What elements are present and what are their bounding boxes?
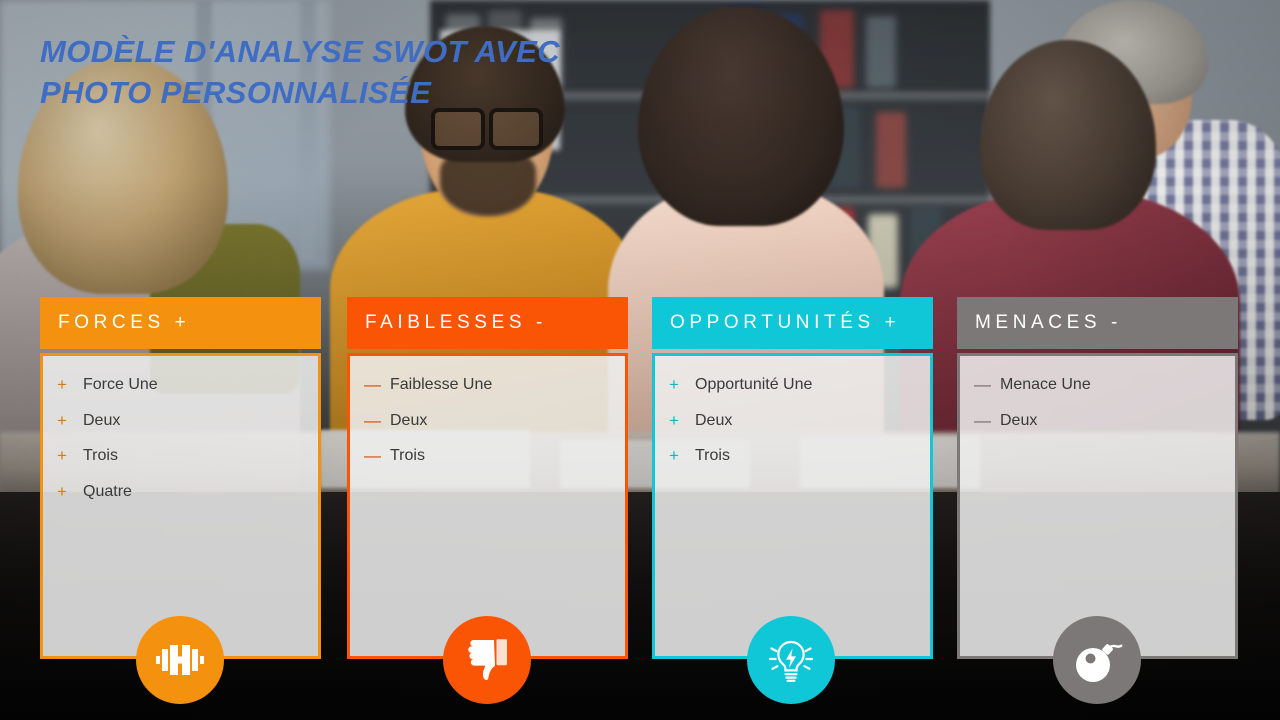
list-item[interactable]: — Deux (974, 410, 1221, 431)
list-item-label: Deux (1000, 411, 1038, 429)
bullet-icon: + (57, 375, 67, 394)
thumbs-down-icon-badge[interactable] (443, 616, 531, 704)
card-body-strengths: + Force Une + Deux + Trois + Quatre (40, 353, 321, 659)
card-title-threats: MENACES - (975, 312, 1122, 333)
bullet-icon: — (974, 375, 991, 394)
list-item-label: Faiblesse Une (390, 376, 493, 393)
list-item-label: Deux (83, 411, 121, 429)
card-title-strengths: FORCES + (58, 312, 191, 333)
list-item[interactable]: — Faiblesse Une (364, 375, 611, 395)
card-title-opportunities: OPPORTUNITÉS + (670, 312, 901, 333)
list-item[interactable]: + Deux (57, 410, 304, 431)
card-header-weaknesses: FAIBLESSES - (347, 297, 628, 349)
swot-card-strengths: FORCES + + Force Une + Deux + Trois + Qu… (40, 297, 321, 659)
swot-card-opportunities: OPPORTUNITÉS + + Opportunité Une + Deux … (652, 297, 933, 659)
lightbulb-icon (768, 640, 814, 682)
list-item[interactable]: + Trois (669, 447, 916, 466)
bullet-icon: — (364, 410, 381, 430)
list-item-label: Menace Une (1000, 376, 1091, 393)
list-item[interactable]: + Deux (669, 410, 916, 431)
list-item[interactable]: — Deux (364, 410, 611, 431)
list-item-label: Quatre (83, 483, 132, 501)
list-item-label: Deux (390, 411, 428, 429)
card-body-threats: — Menace Une — Deux (957, 353, 1238, 659)
card-header-opportunities: OPPORTUNITÉS + (652, 297, 933, 349)
card-body-weaknesses: — Faiblesse Une — Deux — Trois (347, 353, 628, 659)
dumbbell-icon (156, 645, 204, 675)
list-item-label: Trois (695, 447, 730, 465)
bullet-icon: + (669, 410, 679, 430)
page-title: MODÈLE D'ANALYSE SWOT AVEC PHOTO PERSONN… (40, 34, 561, 110)
list-item[interactable]: + Trois (57, 447, 304, 466)
dumbbell-icon-badge[interactable] (136, 616, 224, 704)
list-item[interactable]: + Quatre (57, 482, 304, 502)
card-header-threats: MENACES - (957, 297, 1238, 349)
list-item[interactable]: + Opportunité Une (669, 375, 916, 395)
thumbs-down-icon (468, 639, 507, 680)
card-body-opportunities: + Opportunité Une + Deux + Trois (652, 353, 933, 659)
bullet-icon: + (57, 410, 67, 430)
card-title-weaknesses: FAIBLESSES - (365, 312, 547, 333)
list-item-label: Force Une (83, 376, 158, 393)
bullet-icon: — (974, 410, 991, 430)
bomb-icon (1076, 644, 1123, 682)
bullet-icon: + (669, 375, 679, 394)
bullet-icon: + (57, 482, 67, 502)
swot-slide: MODÈLE D'ANALYSE SWOT AVEC PHOTO PERSONN… (0, 0, 1280, 720)
list-item[interactable]: — Menace Une (974, 375, 1221, 395)
list-item-label: Trois (83, 447, 118, 465)
bomb-icon-badge[interactable] (1053, 616, 1141, 704)
list-item[interactable]: + Force Une (57, 375, 304, 395)
bullet-icon: — (364, 375, 381, 394)
list-item-label: Trois (390, 447, 425, 465)
swot-card-threats: MENACES - — Menace Une — Deux (957, 297, 1238, 659)
lightbulb-icon-badge[interactable] (747, 616, 835, 704)
bullet-icon: + (57, 446, 67, 466)
card-header-strengths: FORCES + (40, 297, 321, 349)
list-item-label: Deux (695, 411, 733, 429)
list-item[interactable]: — Trois (364, 447, 611, 466)
list-item-label: Opportunité Une (695, 376, 813, 393)
bullet-icon: — (364, 446, 381, 466)
swot-card-weaknesses: FAIBLESSES - — Faiblesse Une — Deux — Tr… (347, 297, 628, 659)
bullet-icon: + (669, 446, 679, 466)
